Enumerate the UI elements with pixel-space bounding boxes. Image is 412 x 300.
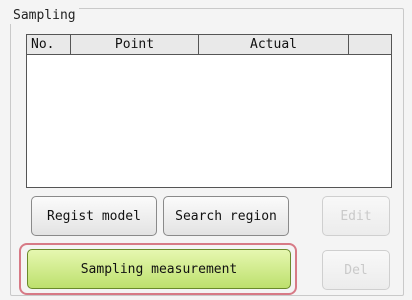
sampling-measurement-button[interactable]: Sampling measurement	[27, 249, 291, 289]
del-button[interactable]: Del	[322, 250, 390, 290]
column-header-actual: Actual	[199, 35, 349, 54]
sampling-points-table[interactable]: No. Point Actual	[26, 34, 392, 188]
column-header-no: No.	[27, 35, 71, 54]
sampling-group-title: Sampling	[10, 8, 79, 24]
table-body[interactable]	[27, 55, 391, 187]
regist-model-button[interactable]: Regist model	[31, 196, 157, 236]
table-header-row: No. Point Actual	[27, 35, 391, 55]
column-header-point: Point	[71, 35, 199, 54]
search-region-button[interactable]: Search region	[163, 196, 289, 236]
edit-button[interactable]: Edit	[322, 196, 390, 236]
column-header-extra	[349, 35, 391, 54]
